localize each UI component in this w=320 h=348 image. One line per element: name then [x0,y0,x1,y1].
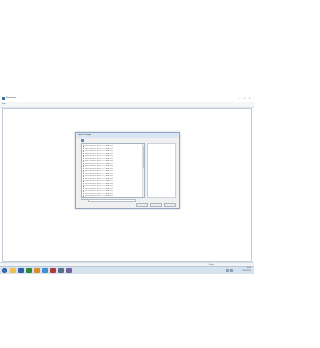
app-icon [2,97,5,100]
menu-file[interactable]: File [2,102,6,107]
scrollbar-thumb[interactable] [143,146,144,168]
dialog-title: Open Package [78,134,92,136]
open-package-dialog: Open Package × 0001 UN-2013 Ver13 - 4.7 … [75,132,180,209]
taskbar-app-mongoose-icon[interactable] [58,268,64,273]
network-icon[interactable] [226,269,229,272]
folder-up-icon[interactable] [81,139,84,142]
taskbar-app-explorer-icon[interactable] [10,268,16,273]
volume-icon[interactable] [230,269,233,272]
start-button[interactable] [2,268,7,273]
clock-date[interactable]: 2013/05/14 [243,270,251,273]
selection-field[interactable] [88,199,136,202]
taskbar-app-icon[interactable] [50,268,56,273]
dialog-titlebar: Open Package × [76,133,179,138]
app-title: Mongoose [6,97,17,99]
preview-pane [147,143,176,198]
open-button[interactable]: Open [150,203,162,207]
close-button[interactable]: × [247,96,252,100]
taskbar-app-word-icon[interactable] [18,268,24,273]
taskbar-app-media-player-icon[interactable] [34,268,40,273]
app-titlebar: Mongoose – □ × [0,95,254,102]
file-list[interactable]: 0001 UN-2013 Ver13 - 4.7 - Audi VW 0002 … [81,143,145,198]
taskbar-app-browser-icon[interactable] [42,268,48,273]
dialog-close-button[interactable]: × [174,134,178,137]
taskbar-app-tool-icon[interactable] [66,268,72,273]
back-button[interactable]: Back [164,203,176,207]
taskbar-app-excel-icon[interactable] [26,268,32,273]
cancel-button[interactable]: Cancel [136,203,148,207]
system-tray: 10:45 2013/05/14 [221,267,251,274]
file-name: 0021 UN-2013 Ver13 - 4.7 - Audi VW [85,195,113,197]
file-list-scrollbar[interactable] [142,144,144,197]
file-row[interactable]: 0021 UN-2013 Ver13 - 4.7 - Audi VW [83,195,141,197]
taskbar: 10:45 2013/05/14 [0,266,254,274]
screen: Mongoose – □ × File Open Package × 0001 … [0,95,254,274]
